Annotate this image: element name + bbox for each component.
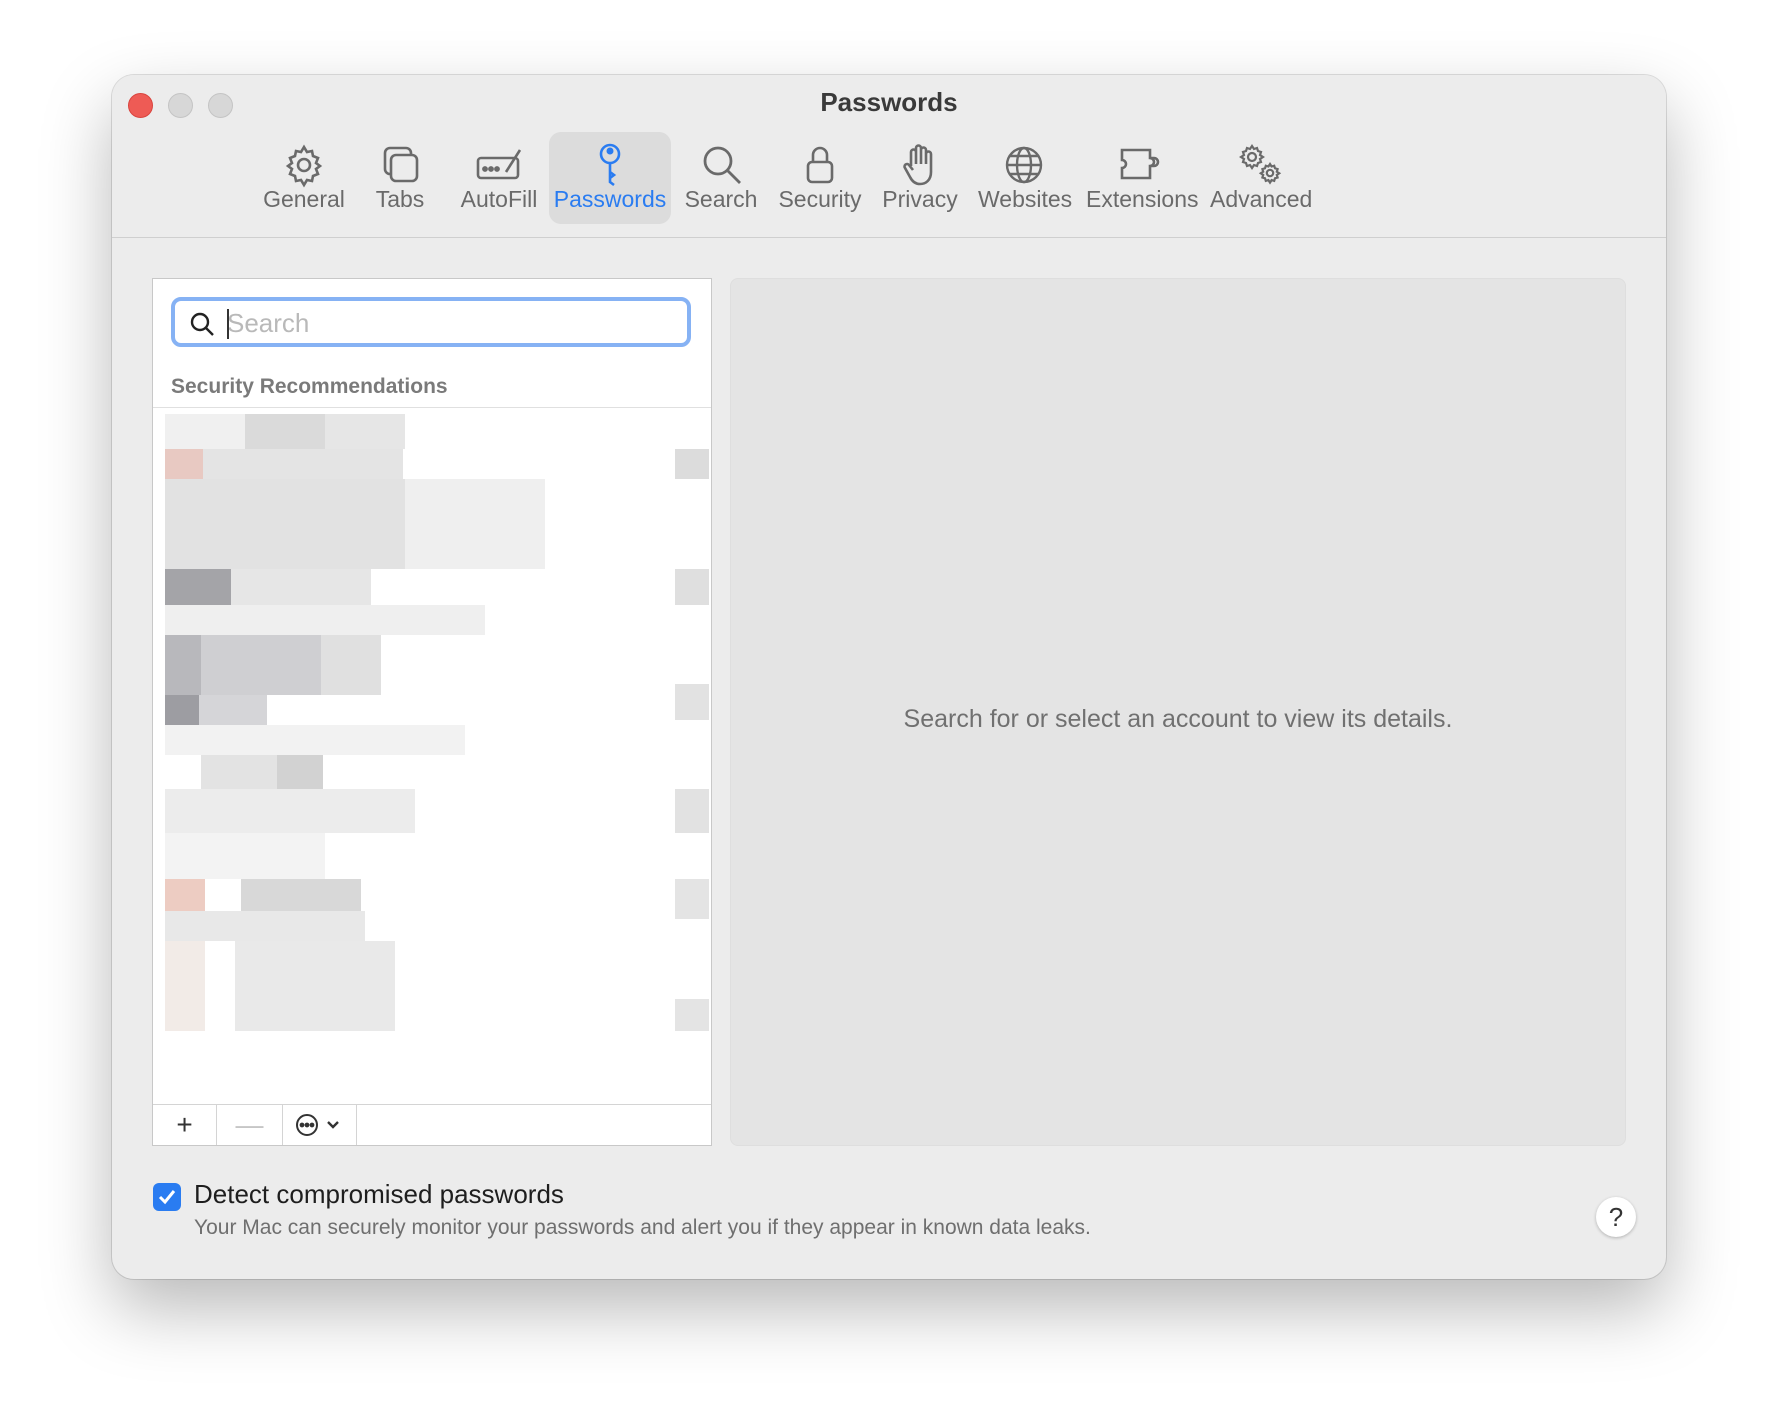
tab-passwords[interactable]: Passwords	[549, 132, 671, 224]
tab-websites[interactable]: Websites	[978, 132, 1073, 224]
tab-advanced-label: Advanced	[1210, 186, 1313, 212]
preferences-window: Passwords General Tabs AutoFill Password…	[112, 75, 1666, 1279]
tab-passwords-label: Passwords	[553, 186, 667, 212]
magnifier-icon	[698, 142, 744, 188]
detect-compromised-description: Your Mac can securely monitor your passw…	[194, 1216, 1091, 1239]
text-cursor	[227, 309, 229, 339]
hand-icon	[897, 142, 943, 188]
window-title: Passwords	[820, 87, 958, 117]
pixelated-password-list[interactable]	[165, 414, 709, 1104]
lock-icon	[797, 142, 843, 188]
account-detail-panel: Search for or select an account to view …	[730, 278, 1626, 1146]
remove-password-button[interactable]: —	[217, 1105, 283, 1145]
checkmark-icon	[158, 1190, 176, 1205]
tab-search[interactable]: Search	[680, 132, 762, 224]
titlebar: Passwords General Tabs AutoFill Password…	[112, 75, 1666, 238]
tab-autofill[interactable]: AutoFill	[454, 132, 544, 224]
key-icon	[587, 142, 633, 188]
help-button[interactable]: ?	[1596, 1197, 1636, 1237]
tab-search-label: Search	[684, 186, 758, 212]
search-field-container[interactable]	[171, 297, 691, 347]
tab-tabs-label: Tabs	[375, 186, 425, 212]
section-header-security-recommendations: Security Recommendations	[171, 375, 448, 398]
tab-autofill-label: AutoFill	[460, 186, 538, 212]
password-list-panel: Security Recommendations	[152, 278, 712, 1146]
more-options-button[interactable]	[283, 1105, 357, 1145]
section-divider	[153, 407, 711, 408]
detect-compromised-checkbox[interactable]	[153, 1183, 181, 1211]
detect-compromised-label[interactable]: Detect compromised passwords	[194, 1179, 564, 1210]
gears-icon	[1237, 142, 1283, 188]
puzzle-icon	[1118, 142, 1164, 188]
autofill-icon	[476, 142, 522, 188]
globe-icon	[1001, 142, 1047, 188]
tab-general-label: General	[263, 186, 345, 212]
gear-icon	[281, 142, 327, 188]
search-icon	[190, 312, 214, 336]
tab-tabs[interactable]: Tabs	[364, 132, 436, 224]
empty-detail-message: Search for or select an account to view …	[903, 705, 1453, 733]
tabs-icon	[377, 142, 423, 188]
tab-extensions[interactable]: Extensions	[1086, 132, 1199, 224]
tab-security-label: Security	[778, 186, 862, 212]
list-footer-toolbar: + —	[153, 1104, 711, 1145]
tab-general[interactable]: General	[254, 132, 354, 224]
preferences-toolbar: General Tabs AutoFill Passwords Search S…	[112, 132, 1666, 224]
tab-websites-label: Websites	[978, 186, 1073, 212]
tab-privacy-label: Privacy	[882, 186, 958, 212]
tab-extensions-label: Extensions	[1086, 186, 1199, 212]
passwords-pane: Security Recommendations	[112, 238, 1666, 1279]
add-password-button[interactable]: +	[153, 1105, 217, 1145]
tab-privacy[interactable]: Privacy	[880, 132, 960, 224]
ellipsis-circle-icon	[296, 1114, 339, 1136]
tab-security[interactable]: Security	[776, 132, 864, 224]
search-input[interactable]	[227, 305, 677, 341]
tab-advanced[interactable]: Advanced	[1210, 132, 1313, 224]
